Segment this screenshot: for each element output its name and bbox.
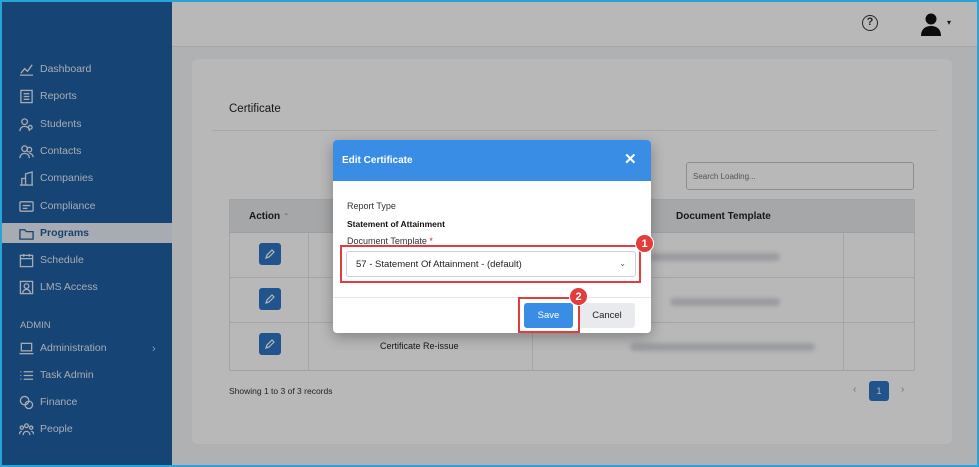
close-icon[interactable]: ✕	[624, 150, 637, 168]
cancel-button[interactable]: Cancel	[579, 303, 635, 328]
edit-certificate-dialog: Edit Certificate ✕ Report Type Statement…	[333, 140, 651, 333]
annotation-highlight-1	[340, 245, 641, 283]
report-type-label: Report Type	[347, 201, 396, 211]
dialog-header: Edit Certificate ✕	[333, 140, 651, 181]
annotation-badge-1: 1	[635, 234, 654, 253]
dialog-title: Edit Certificate	[342, 155, 413, 166]
annotation-badge-2: 2	[569, 287, 588, 306]
report-type-value: Statement of Attainment	[347, 219, 445, 229]
screenshot-frame: Dashboard Reports Students Contacts Comp…	[0, 0, 979, 467]
divider	[333, 297, 651, 298]
